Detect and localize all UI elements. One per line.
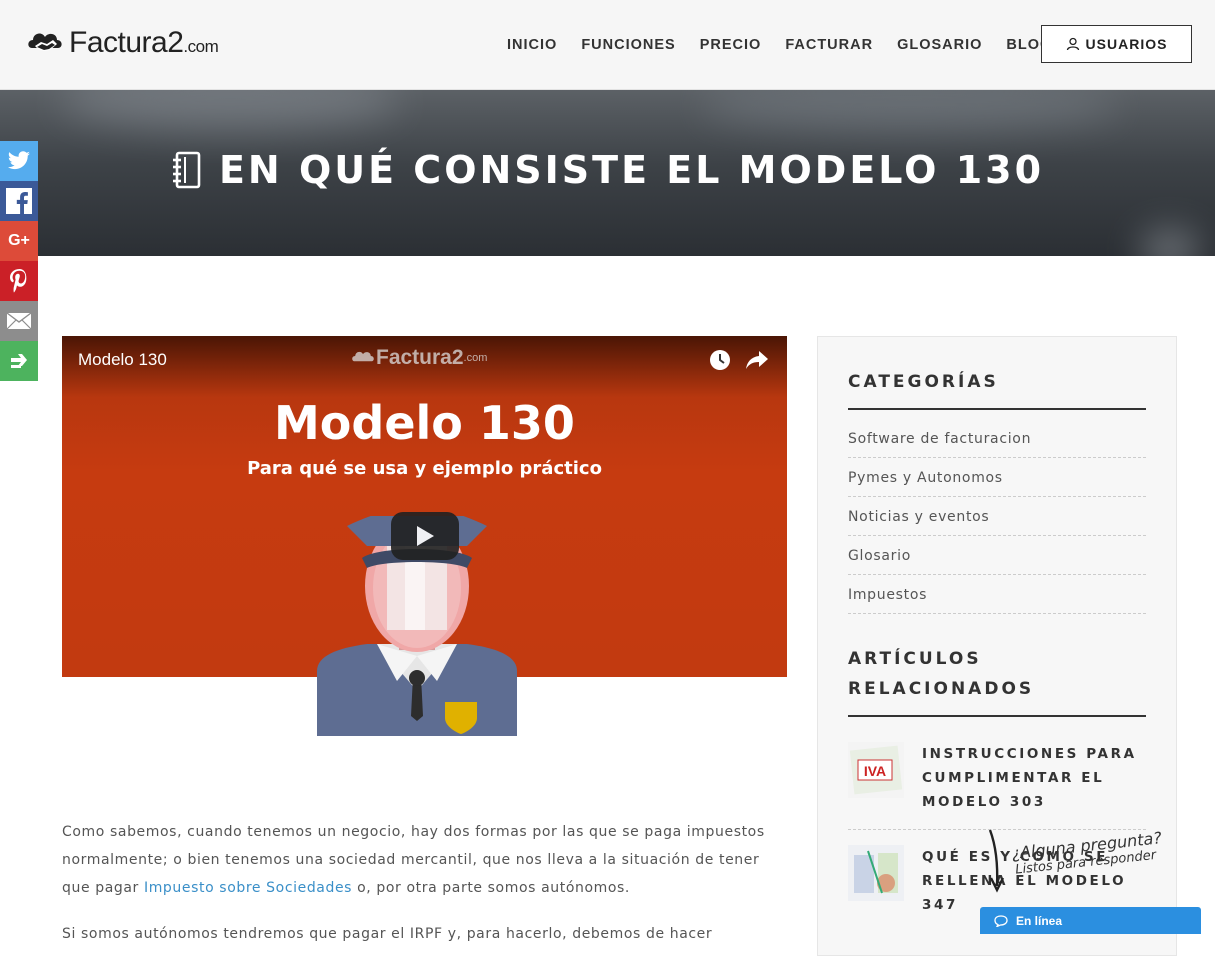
article-paragraph: Como sabemos, cuando tenemos un negocio,… <box>62 824 765 896</box>
categories-list: Software de facturacion Pymes y Autonomo… <box>848 419 1146 614</box>
share-sidebar: G+ <box>0 141 38 381</box>
usuarios-button[interactable]: USUARIOS <box>1041 25 1192 63</box>
more-share-icon[interactable] <box>0 341 38 381</box>
usuarios-label: USUARIOS <box>1085 36 1168 52</box>
chat-bar[interactable]: En línea <box>980 907 1201 934</box>
hero-banner: EN QUÉ CONSISTE EL MODELO 130 <box>0 90 1215 256</box>
nav-inicio[interactable]: INICIO <box>507 37 557 53</box>
share-icon[interactable] <box>745 349 769 371</box>
page-title: EN QUÉ CONSISTE EL MODELO 130 <box>0 148 1215 192</box>
nav-glosario[interactable]: GLOSARIO <box>897 37 982 53</box>
article-paragraph: Si somos autónomos tendremos que pagar e… <box>62 926 713 942</box>
categories-heading: CATEGORÍAS <box>848 367 1146 410</box>
play-button[interactable] <box>391 512 459 560</box>
site-logo[interactable]: Factura2.com <box>26 26 219 60</box>
video-player[interactable]: Modelo 130 Factura2 .com Modelo 130 Para … <box>62 336 787 736</box>
nav-precio[interactable]: PRECIO <box>700 37 762 53</box>
related-heading: ARTÍCULOS RELACIONADOS <box>848 644 1146 717</box>
pinterest-icon[interactable] <box>0 261 38 301</box>
related-article-title[interactable]: INSTRUCCIONES PARA CUMPLIMENTAR EL MODEL… <box>922 742 1146 829</box>
slide-title: Modelo 130 <box>274 396 575 450</box>
play-icon <box>417 526 434 546</box>
twitter-icon[interactable] <box>0 141 38 181</box>
category-item[interactable]: Noticias y eventos <box>848 497 1146 536</box>
impuesto-sociedades-link[interactable]: Impuesto sobre Sociedades <box>144 880 352 896</box>
category-item[interactable]: Impuestos <box>848 575 1146 614</box>
handshake-cloud-icon <box>28 33 62 51</box>
chat-bubble-icon <box>994 914 1008 927</box>
nav-facturar[interactable]: FACTURAR <box>785 37 873 53</box>
related-thumbnail <box>848 845 904 901</box>
watch-later-icon[interactable] <box>709 349 731 371</box>
main-nav: INICIO FUNCIONES PRECIO FACTURAR GLOSARI… <box>495 0 1064 90</box>
facebook-icon[interactable] <box>0 181 38 221</box>
arrow-down-icon <box>988 829 1005 893</box>
notebook-icon <box>172 151 201 189</box>
svg-text:IVA: IVA <box>864 763 886 779</box>
related-article[interactable]: IVA INSTRUCCIONES PARA CUMPLIMENTAR EL M… <box>848 742 1146 830</box>
category-item[interactable]: Pymes y Autonomos <box>848 458 1146 497</box>
user-icon <box>1066 37 1079 51</box>
page-title-text: EN QUÉ CONSISTE EL MODELO 130 <box>218 148 1045 192</box>
chat-status: En línea <box>1016 913 1063 928</box>
category-item[interactable]: Glosario <box>848 536 1146 575</box>
logo-text: Factura2.com <box>69 26 219 59</box>
video-title[interactable]: Modelo 130 <box>78 350 167 370</box>
video-logo: Factura2 .com <box>350 346 487 370</box>
slide-subtitle: Para qué se usa y ejemplo práctico <box>247 458 602 479</box>
article-body: Como sabemos, cuando tenemos un negocio,… <box>62 818 787 966</box>
category-item[interactable]: Software de facturacion <box>848 419 1146 458</box>
google-plus-icon[interactable]: G+ <box>0 221 38 261</box>
related-thumbnail: IVA <box>848 742 904 798</box>
handshake-cloud-icon <box>352 351 374 362</box>
email-icon[interactable] <box>0 301 38 341</box>
top-navbar: Factura2.com INICIO FUNCIONES PRECIO FAC… <box>0 0 1215 90</box>
nav-funciones[interactable]: FUNCIONES <box>581 37 675 53</box>
